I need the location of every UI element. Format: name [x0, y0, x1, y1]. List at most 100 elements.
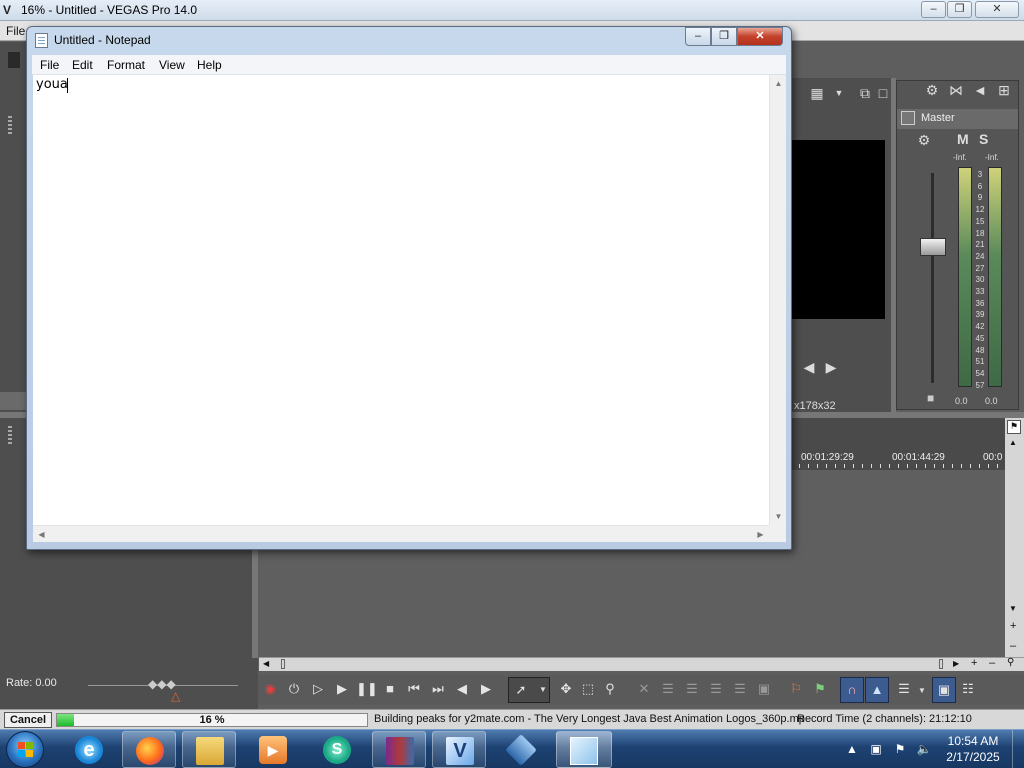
snapping-toggle[interactable]: ∩: [840, 677, 864, 703]
taskbar-notepad[interactable]: [556, 731, 612, 768]
mute-button[interactable]: M: [957, 131, 969, 147]
go-to-start-icon[interactable]: ⏮: [404, 679, 424, 699]
notepad-window[interactable]: Untitled - Notepad – ❐ ✕ File Edit Forma…: [26, 26, 792, 550]
envelope-tool-icon[interactable]: ✥: [556, 679, 576, 699]
vscroll-down-arrow[interactable]: ▼: [770, 508, 787, 525]
menu-edit[interactable]: Edit: [72, 58, 93, 72]
dropdown-arrow-icon[interactable]: ▼: [830, 84, 848, 102]
taskbar-firefox[interactable]: [122, 731, 176, 768]
taskbar-winrar[interactable]: [372, 731, 426, 768]
size-grip[interactable]: [769, 525, 786, 542]
volume-fader[interactable]: [920, 238, 946, 256]
trim-icon[interactable]: ☰: [658, 679, 678, 699]
taskbar-app-s[interactable]: S: [310, 731, 364, 768]
solo-button[interactable]: S: [979, 131, 988, 147]
notepad-minimize-button[interactable]: –: [685, 27, 711, 46]
save-snapshot-icon[interactable]: □: [874, 84, 892, 102]
vegas-maximize-button[interactable]: ❐: [947, 1, 972, 18]
mixer-settings-icon[interactable]: ⊞: [995, 81, 1013, 99]
h-zoom-in-icon[interactable]: +: [971, 657, 977, 669]
start-button[interactable]: [6, 731, 44, 768]
zoom-edit-tool-icon[interactable]: ⚲: [600, 679, 620, 699]
action-center-flag-icon[interactable]: ⚑: [892, 741, 908, 757]
notepad-maximize-button[interactable]: ❐: [711, 27, 737, 46]
volume-muted-icon[interactable]: 🔈: [916, 741, 932, 757]
ripple-dropdown-icon[interactable]: ▼: [918, 686, 926, 695]
next-frame-icon-transport[interactable]: ▶: [476, 679, 496, 699]
gear-icon[interactable]: ⚙: [923, 81, 941, 99]
record-icon[interactable]: ◉: [260, 679, 280, 699]
hscroll-thumb[interactable]: [281, 659, 285, 669]
track-panel-grip[interactable]: [8, 426, 12, 446]
master-bus-icon[interactable]: [901, 111, 915, 125]
timeline-vscroll[interactable]: ⚑ ▲ ▼ + –: [1005, 418, 1024, 658]
previous-frame-icon[interactable]: ◀: [452, 679, 472, 699]
notepad-hscroll[interactable]: ◀ ▶: [33, 525, 769, 542]
edit-tool-dropdown[interactable]: ➚ ▼: [508, 677, 550, 703]
scroll-down-arrow[interactable]: ▼: [1009, 604, 1017, 613]
taskbar-virtualbox[interactable]: [494, 731, 548, 768]
zoom-out-icon[interactable]: –: [1010, 640, 1016, 652]
vegas-close-button[interactable]: ✕: [975, 1, 1019, 18]
play-icon[interactable]: ▶: [332, 679, 352, 699]
auto-crossfade-toggle[interactable]: ▲: [865, 677, 889, 703]
notepad-vscroll[interactable]: ▲ ▼: [769, 75, 786, 525]
zoom-tool-icon[interactable]: ⚲: [1007, 657, 1014, 668]
vegas-minimize-button[interactable]: –: [921, 1, 946, 18]
taskbar-media-player[interactable]: ▶: [246, 731, 300, 768]
lock-envelopes-toggle[interactable]: ▣: [932, 677, 956, 703]
hscroll-right-arrow-np[interactable]: ▶: [752, 526, 769, 543]
pause-icon[interactable]: ❚❚: [356, 679, 378, 699]
hscroll-right-arrow[interactable]: ▶: [953, 659, 959, 668]
dock-tab[interactable]: [0, 392, 26, 410]
play-from-start-icon[interactable]: ▷: [308, 679, 328, 699]
vegas-menu-file[interactable]: File: [6, 24, 25, 38]
prev-frame-icon[interactable]: ◀: [800, 358, 818, 376]
menu-format[interactable]: Format: [107, 58, 145, 72]
hscroll-left-arrow-np[interactable]: ◀: [33, 526, 50, 543]
taskbar-file-explorer[interactable]: [182, 731, 236, 768]
timeline-hscroll[interactable]: ◀ ▶ + – ⚲: [259, 657, 1024, 671]
lock-icon[interactable]: ■: [927, 391, 934, 405]
marker-icon[interactable]: ⚐: [786, 679, 806, 699]
menu-file[interactable]: File: [40, 58, 59, 72]
split-icon[interactable]: ☰: [730, 679, 750, 699]
scroll-up-arrow[interactable]: ▲: [1009, 438, 1017, 447]
notepad-text-area[interactable]: youa: [33, 75, 769, 525]
downmix-icon[interactable]: ⋈: [947, 81, 965, 99]
zoom-in-icon[interactable]: +: [1010, 620, 1016, 632]
h-zoom-out-icon[interactable]: –: [989, 657, 995, 669]
vscroll-up-arrow[interactable]: ▲: [770, 75, 787, 92]
vegas-title-bar[interactable]: V 16% - Untitled - VEGAS Pro 14.0 – ❐ ✕: [0, 0, 1024, 21]
hscroll-thumb-end[interactable]: [939, 659, 943, 669]
ignore-grouping-icon[interactable]: ☷: [958, 679, 978, 699]
grid-icon[interactable]: ▦: [808, 84, 826, 102]
dock-grip[interactable]: [8, 116, 12, 136]
taskbar-vegas[interactable]: V: [432, 731, 486, 768]
notepad-close-button[interactable]: ✕: [737, 27, 783, 46]
taskbar-internet-explorer[interactable]: e: [62, 731, 116, 768]
go-to-end-icon[interactable]: ⏭: [428, 679, 448, 699]
loop-icon[interactable]: ⏻: [284, 679, 304, 699]
network-icon[interactable]: ▣: [868, 741, 884, 757]
lock-event-icon[interactable]: ▣: [754, 679, 774, 699]
region-icon[interactable]: ⚑: [810, 679, 830, 699]
delete-icon[interactable]: ✕: [634, 679, 654, 699]
show-desktop-button[interactable]: [1012, 730, 1024, 768]
trim-start-icon[interactable]: ☰: [682, 679, 702, 699]
trim-end-icon[interactable]: ☰: [706, 679, 726, 699]
ripple-edit-icon[interactable]: ☰: [894, 679, 914, 699]
next-frame-icon[interactable]: ▶: [822, 358, 840, 376]
cancel-button[interactable]: Cancel: [4, 712, 52, 728]
hscroll-left-arrow[interactable]: ◀: [263, 659, 269, 668]
mixer-splitter[interactable]: [891, 78, 896, 412]
marker-flag-icon[interactable]: ⚑: [1007, 420, 1021, 434]
menu-help[interactable]: Help: [197, 58, 222, 72]
dim-icon[interactable]: ◄: [971, 81, 989, 99]
selection-tool-icon[interactable]: ⬚: [578, 679, 598, 699]
system-clock[interactable]: 10:54 AM 2/17/2025: [938, 733, 1008, 765]
copy-snapshot-icon[interactable]: ⧉: [856, 84, 874, 102]
bus-fx-icon[interactable]: ⚙: [915, 131, 933, 149]
show-hidden-icons-icon[interactable]: ▲: [844, 741, 860, 757]
stop-icon[interactable]: ■: [380, 679, 400, 699]
